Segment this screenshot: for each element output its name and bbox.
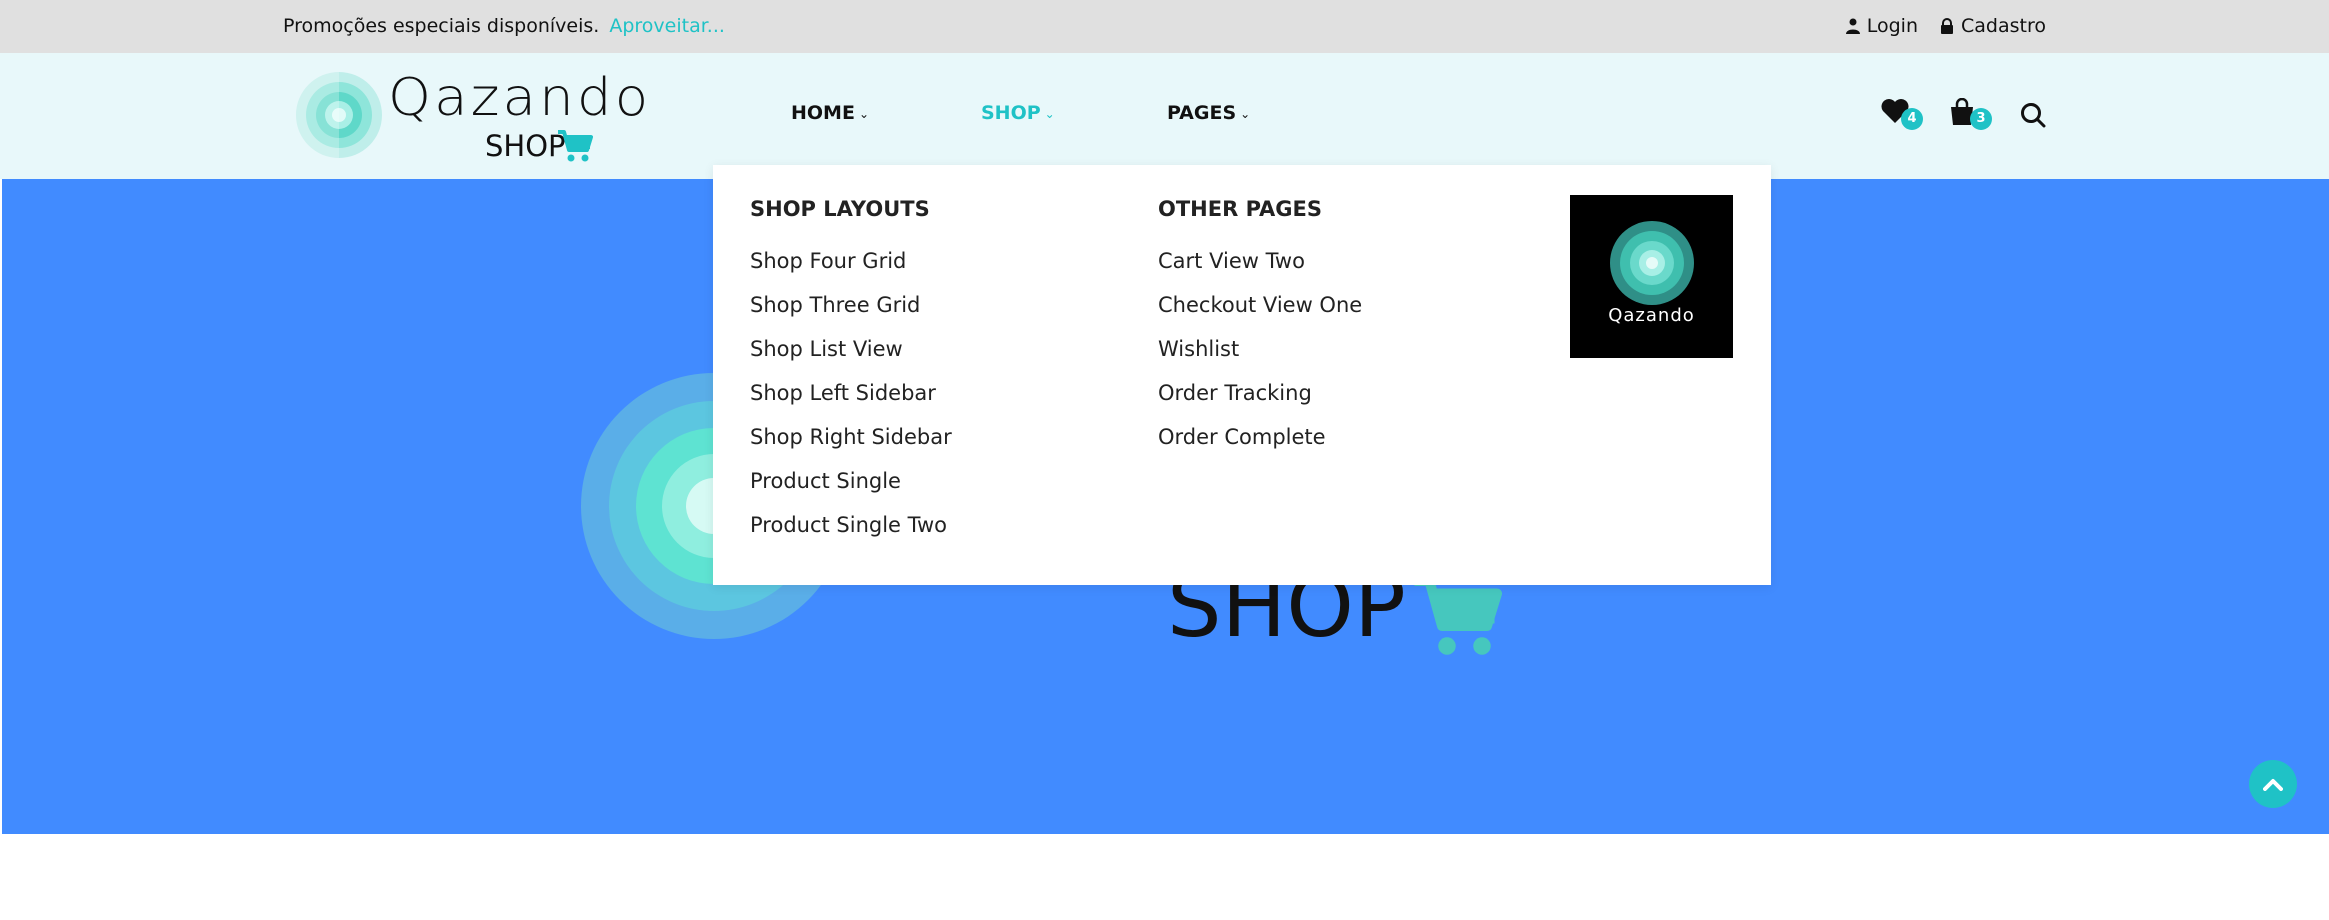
menu-item-cart-view-two[interactable]: Cart View Two [1158,247,1362,291]
login-label: Login [1866,15,1919,37]
nav-shop-label: SHOP [981,102,1041,124]
register-link[interactable]: Cadastro [1940,15,2046,37]
promo-text: Promoções especiais disponíveis. [283,15,600,37]
top-bar: Promoções especiais disponíveis. Aprovei… [0,0,2329,53]
other-pages-column: OTHER PAGES Cart View Two Checkout View … [1158,197,1362,467]
promo-link[interactable]: Aproveitar... [609,15,725,37]
menu-item-checkout-view-one[interactable]: Checkout View One [1158,291,1362,335]
logo-cart-icon [558,130,593,162]
wishlist-count-badge: 4 [1901,108,1923,130]
promo-banner: Promoções especiais disponíveis. Aprovei… [283,15,725,37]
register-label: Cadastro [1961,15,2046,37]
nav-home[interactable]: HOME ⌄ [791,102,869,124]
menu-item-product-single[interactable]: Product Single [750,467,952,511]
user-icon [1845,18,1860,34]
menu-item-shop-four-grid[interactable]: Shop Four Grid [750,247,952,291]
chevron-down-icon: ⌄ [858,107,870,121]
shop-layouts-column: SHOP LAYOUTS Shop Four Grid Shop Three G… [750,197,952,555]
scroll-to-top-button[interactable] [2249,760,2297,808]
menu-item-shop-right-sidebar[interactable]: Shop Right Sidebar [750,423,952,467]
nav-shop[interactable]: SHOP ⌄ [981,102,1055,124]
site-logo[interactable]: Qazando SHOP [295,68,648,171]
logo-shop-text: SHOP [485,129,566,163]
menu-item-shop-left-sidebar[interactable]: Shop Left Sidebar [750,379,952,423]
nav-pages-label: PAGES [1167,102,1237,124]
menu-item-shop-list-view[interactable]: Shop List View [750,335,952,379]
wishlist-button[interactable]: 4 [1881,98,1923,130]
logo-wordmark: Qazando [388,68,652,128]
other-pages-heading: OTHER PAGES [1158,197,1323,221]
menu-item-order-complete[interactable]: Order Complete [1158,423,1362,467]
lock-icon [1941,18,1954,34]
account-links: Login Cadastro [1845,15,2046,37]
chevron-down-icon: ⌄ [1044,107,1055,121]
logo-circles-icon [296,72,382,158]
nav-pages[interactable]: PAGES ⌄ [1167,102,1250,124]
shop-mega-menu: SHOP LAYOUTS Shop Four Grid Shop Three G… [713,165,1771,585]
chevron-down-icon: ⌄ [1240,107,1251,121]
nav-home-label: HOME [791,102,855,124]
menu-item-shop-three-grid[interactable]: Shop Three Grid [750,291,952,335]
chevron-up-icon [2263,779,2283,791]
menu-promo-image[interactable]: Qazando [1570,195,1733,358]
cart-count-badge: 3 [1970,108,1992,130]
login-link[interactable]: Login [1845,15,1919,37]
promo-caption: Qazando [1608,305,1695,326]
cart-button[interactable]: 3 [1949,97,1992,130]
search-button[interactable] [2020,102,2046,132]
search-icon [2021,103,2046,128]
shop-layouts-heading: SHOP LAYOUTS [750,197,930,221]
menu-item-order-tracking[interactable]: Order Tracking [1158,379,1362,423]
menu-item-product-single-two[interactable]: Product Single Two [750,511,952,555]
promo-logo-circles-icon [1610,221,1694,305]
menu-item-wishlist[interactable]: Wishlist [1158,335,1362,379]
